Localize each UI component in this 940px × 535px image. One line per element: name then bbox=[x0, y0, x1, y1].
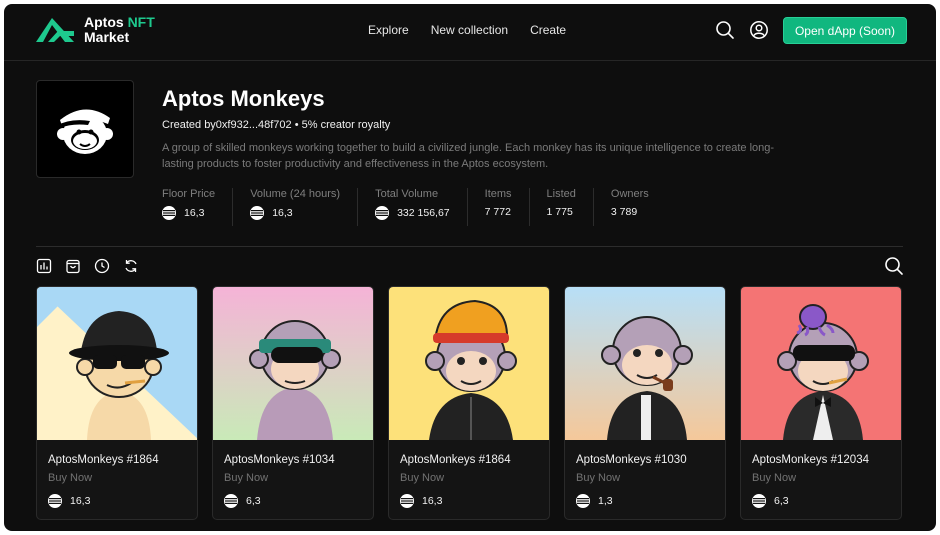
stat-value: 16,3 bbox=[184, 207, 205, 219]
nft-image[interactable] bbox=[741, 287, 901, 440]
aptos-coin-icon bbox=[162, 206, 176, 220]
stat-volume-24h: Volume (24 hours) 16,3 bbox=[232, 188, 357, 226]
stat-label: Total Volume bbox=[375, 188, 439, 200]
app-window: Aptos NFT Market Explore New collection … bbox=[4, 4, 936, 531]
nft-card[interactable]: AptosMonkeys #12034 Buy Now 6,3 bbox=[740, 286, 902, 520]
stat-value: 16,3 bbox=[272, 207, 293, 219]
stat-total-volume: Total Volume 332 156,67 bbox=[357, 188, 467, 226]
nft-image[interactable] bbox=[389, 287, 549, 440]
logo-line1: Aptos bbox=[84, 14, 128, 30]
aptos-coin-icon bbox=[752, 494, 766, 508]
nft-name: AptosMonkeys #1034 bbox=[224, 454, 335, 466]
collection-stats: Floor Price 16,3 Volume (24 hours) 16,3 … bbox=[162, 188, 666, 226]
nft-price: 6,3 bbox=[224, 494, 261, 508]
logo-accent: NFT bbox=[127, 14, 155, 30]
monkey-logo-icon bbox=[56, 109, 113, 154]
stat-items: Items 7 772 bbox=[466, 188, 529, 226]
logo-line2: Market bbox=[84, 29, 130, 45]
buy-now-link[interactable]: Buy Now bbox=[576, 472, 620, 484]
top-icons bbox=[715, 20, 769, 40]
refresh-icon[interactable] bbox=[123, 258, 139, 274]
buy-now-link[interactable]: Buy Now bbox=[400, 472, 444, 484]
buy-now-link[interactable]: Buy Now bbox=[224, 472, 268, 484]
nav-create[interactable]: Create bbox=[530, 23, 566, 37]
aptos-coin-icon bbox=[48, 494, 62, 508]
collection-avatar bbox=[36, 80, 134, 178]
nft-name: AptosMonkeys #1030 bbox=[576, 454, 687, 466]
aptos-logo-icon bbox=[36, 18, 74, 42]
nft-price: 6,3 bbox=[752, 494, 789, 508]
nft-card[interactable]: AptosMonkeys #1030 Buy Now 1,3 bbox=[564, 286, 726, 520]
collection-toolbar bbox=[36, 258, 139, 274]
stat-floor-price: Floor Price 16,3 bbox=[162, 188, 232, 226]
nft-grid: AptosMonkeys #1864 Buy Now 16,3 AptosMon… bbox=[36, 286, 902, 520]
buy-now-link[interactable]: Buy Now bbox=[752, 472, 796, 484]
price-value: 1,3 bbox=[598, 495, 613, 507]
price-value: 16,3 bbox=[70, 495, 91, 507]
nft-card[interactable]: AptosMonkeys #1864 Buy Now 16,3 bbox=[36, 286, 198, 520]
stat-listed: Listed 1 775 bbox=[528, 188, 593, 226]
stat-label: Listed bbox=[546, 188, 576, 200]
chart-icon[interactable] bbox=[36, 258, 52, 274]
stat-value: 7 772 bbox=[484, 206, 511, 218]
collection-creator: Created by0xf932...48f702 • 5% creator r… bbox=[162, 119, 391, 131]
nft-image[interactable] bbox=[565, 287, 725, 440]
nft-card[interactable]: AptosMonkeys #1034 Buy Now 6,3 bbox=[212, 286, 374, 520]
stat-label: Floor Price bbox=[162, 188, 216, 200]
stat-value: 1 775 bbox=[546, 206, 573, 218]
buy-now-link[interactable]: Buy Now bbox=[48, 472, 92, 484]
nav-explore[interactable]: Explore bbox=[368, 23, 409, 37]
nft-image[interactable] bbox=[213, 287, 373, 440]
logo-text: Aptos NFT Market bbox=[84, 15, 155, 45]
main-nav: Explore New collection Create bbox=[368, 23, 566, 37]
search-icon[interactable] bbox=[715, 20, 735, 40]
stat-label: Owners bbox=[610, 188, 649, 200]
divider bbox=[36, 246, 903, 247]
aptos-coin-icon bbox=[375, 206, 390, 220]
open-dapp-button[interactable]: Open dApp (Soon) bbox=[783, 17, 907, 44]
stat-owners: Owners 3 789 bbox=[592, 188, 666, 226]
aptos-coin-icon bbox=[224, 494, 238, 508]
stat-label: Items bbox=[484, 188, 512, 200]
aptos-coin-icon bbox=[250, 206, 265, 220]
price-value: 6,3 bbox=[246, 495, 261, 507]
user-icon[interactable] bbox=[749, 20, 769, 40]
nft-name: AptosMonkeys #12034 bbox=[752, 454, 869, 466]
nft-price: 16,3 bbox=[48, 494, 90, 508]
nft-price: 1,3 bbox=[576, 494, 613, 508]
nft-card[interactable]: AptosMonkeys #1864 Buy Now 16,3 bbox=[388, 286, 550, 520]
price-value: 16,3 bbox=[422, 495, 443, 507]
nft-price: 16,3 bbox=[400, 494, 442, 508]
stat-label: Volume (24 hours) bbox=[250, 188, 341, 200]
logo[interactable]: Aptos NFT Market bbox=[32, 14, 155, 46]
nft-image[interactable] bbox=[37, 287, 197, 440]
nft-name: AptosMonkeys #1864 bbox=[400, 454, 511, 466]
nav-new-collection[interactable]: New collection bbox=[431, 23, 508, 37]
bag-icon[interactable] bbox=[65, 258, 81, 274]
search-collection-icon[interactable] bbox=[884, 256, 904, 276]
stat-value: 332 156,67 bbox=[397, 207, 450, 219]
top-navbar: Aptos NFT Market Explore New collection … bbox=[4, 4, 936, 61]
price-value: 6,3 bbox=[774, 495, 789, 507]
stat-value: 3 789 bbox=[610, 206, 638, 218]
aptos-coin-icon bbox=[576, 494, 590, 508]
aptos-coin-icon bbox=[400, 494, 414, 508]
collection-title: Aptos Monkeys bbox=[162, 86, 325, 111]
nft-name: AptosMonkeys #1864 bbox=[48, 454, 159, 466]
clock-icon[interactable] bbox=[94, 258, 110, 274]
collection-description: A group of skilled monkeys working toget… bbox=[162, 142, 775, 170]
